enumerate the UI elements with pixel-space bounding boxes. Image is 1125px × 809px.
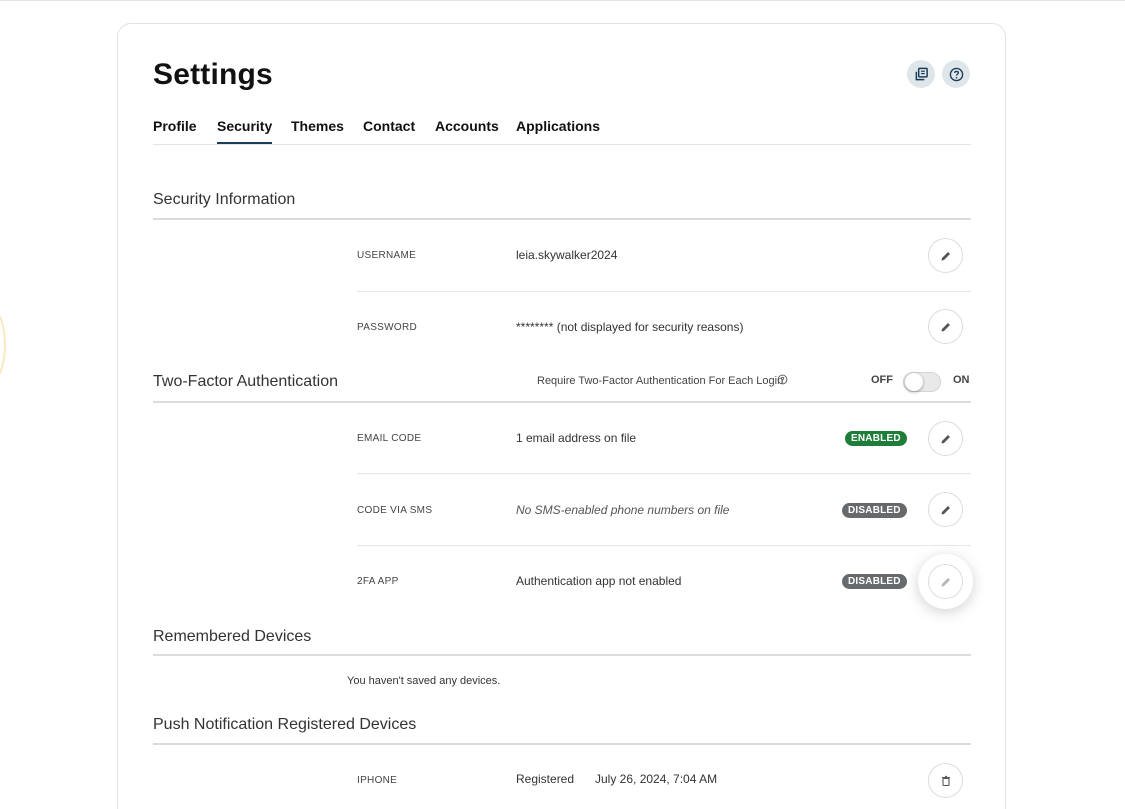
require-2fa-label: Require Two-Factor Authentication For Ea… [537, 375, 784, 387]
2fa-app-label: 2FA APP [357, 576, 399, 587]
edit-2fa-app-button[interactable] [928, 564, 963, 599]
status-badge: DISABLED [842, 503, 907, 518]
page-title: Settings [153, 58, 273, 91]
copy-button[interactable] [907, 60, 935, 88]
edit-username-button[interactable] [928, 238, 963, 273]
sms-code-value: No SMS-enabled phone numbers on file [516, 503, 730, 517]
status-badge: ENABLED [845, 431, 907, 446]
device-status: Registered [516, 772, 575, 786]
tab-applications[interactable]: Applications [516, 118, 600, 142]
email-code-label: EMAIL CODE [357, 433, 422, 444]
row-divider [357, 291, 971, 292]
tab-security[interactable]: Security [217, 118, 273, 144]
tab-profile[interactable]: Profile [153, 118, 197, 142]
tab-themes[interactable]: Themes [291, 118, 344, 142]
section-divider [153, 654, 971, 656]
row-divider [357, 473, 971, 474]
username-value: leia.skywalker2024 [516, 248, 618, 262]
sms-code-label: CODE VIA SMS [357, 505, 433, 516]
help-button[interactable] [942, 60, 970, 88]
section-divider [153, 743, 971, 745]
password-value: ******** (not displayed for security rea… [516, 320, 744, 334]
security-information-title: Security Information [153, 191, 296, 208]
help-icon[interactable] [777, 374, 788, 385]
username-label: USERNAME [357, 250, 417, 261]
help-icon [949, 67, 963, 81]
edit-sms-code-button[interactable] [928, 492, 963, 527]
edit-email-code-button[interactable] [928, 421, 963, 456]
device-name-label: IPHONE [357, 775, 398, 786]
pencil-icon [941, 505, 950, 514]
pencil-icon [941, 251, 950, 260]
two-factor-title: Two-Factor Authentication [153, 373, 338, 390]
side-glow [0, 300, 6, 390]
section-divider [153, 218, 971, 220]
email-code-value: 1 email address on file [516, 431, 637, 445]
tab-contact[interactable]: Contact [363, 118, 415, 142]
push-devices-title: Push Notification Registered Devices [153, 716, 417, 733]
pencil-icon [941, 434, 950, 443]
no-devices-text: You haven't saved any devices. [347, 675, 501, 687]
toggle-on-label: ON [953, 374, 970, 386]
edit-password-button[interactable] [928, 309, 963, 344]
copy-icon [915, 67, 928, 80]
pencil-icon [941, 322, 950, 331]
trash-icon [941, 775, 950, 786]
status-badge: DISABLED [842, 574, 907, 589]
delete-device-button[interactable] [928, 763, 963, 798]
2fa-app-value: Authentication app not enabled [516, 574, 682, 588]
toggle-off-label: OFF [871, 374, 893, 386]
tab-bar: Profile Security Themes Contact Accounts… [153, 118, 971, 145]
require-2fa-toggle[interactable] [903, 372, 941, 392]
top-rule [0, 0, 1125, 1]
device-registered-date: July 26, 2024, 7:04 AM [595, 772, 718, 786]
tab-accounts[interactable]: Accounts [435, 118, 499, 142]
pencil-icon [941, 577, 950, 586]
row-divider [357, 545, 971, 546]
section-divider [153, 401, 971, 403]
toggle-knob [905, 373, 923, 391]
password-label: PASSWORD [357, 322, 417, 333]
remembered-devices-title: Remembered Devices [153, 628, 312, 645]
